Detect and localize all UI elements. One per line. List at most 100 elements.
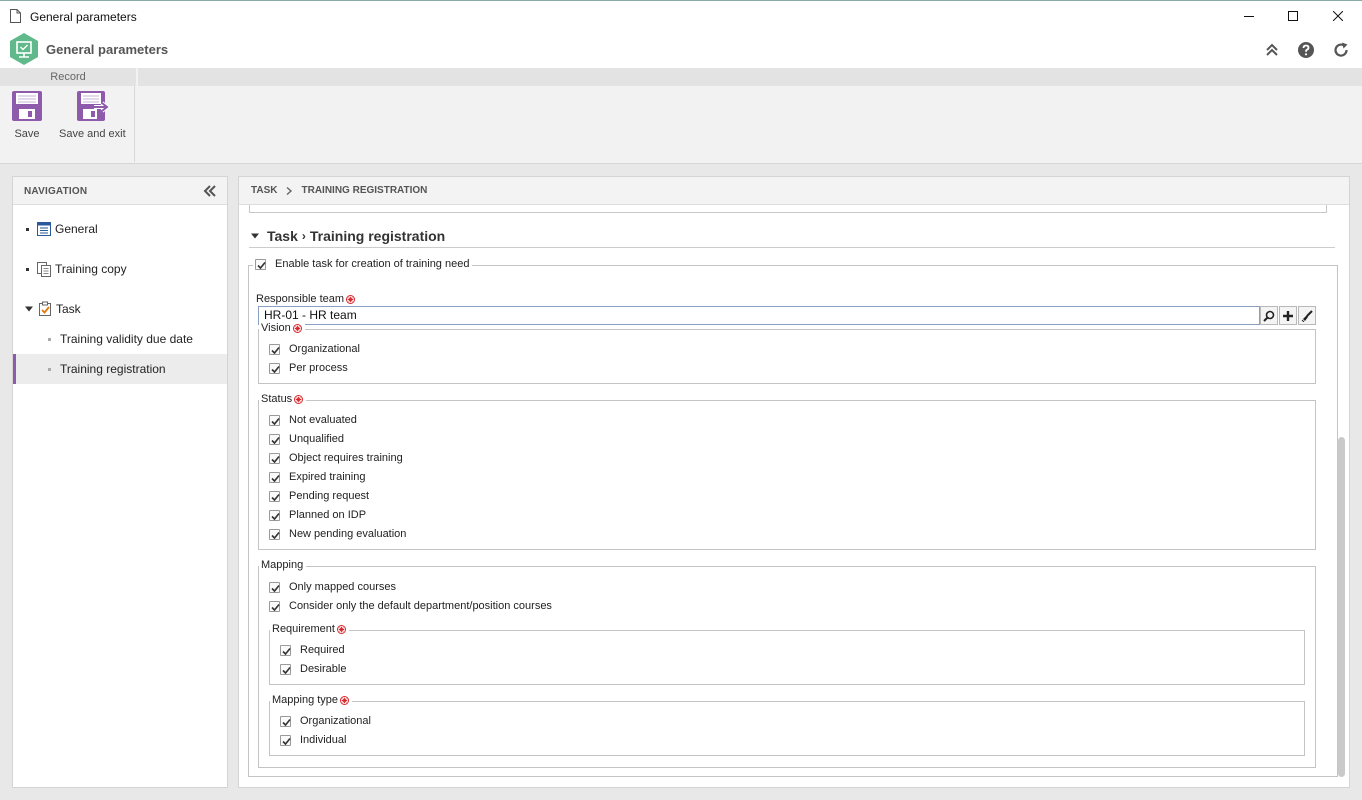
vision-per-process-checkbox[interactable]: Per process <box>269 362 348 374</box>
checkbox[interactable] <box>280 663 291 675</box>
section-title-separator: › <box>301 228 306 243</box>
responsible-team-label-text: Responsible team <box>256 293 345 305</box>
ribbon-group-label: Record <box>0 68 136 86</box>
search-icon <box>1263 310 1275 322</box>
mapping-label: Mapping <box>261 559 304 571</box>
add-team-button[interactable] <box>1279 306 1297 325</box>
collapse-up-icon[interactable] <box>1263 41 1281 59</box>
save-and-exit-icon <box>77 91 111 121</box>
requirement-label: Requirement <box>272 623 335 635</box>
minimize-icon <box>1244 16 1254 17</box>
checkmark-icon <box>282 737 291 745</box>
checkbox-label: Consider only the default department/pos… <box>289 600 552 612</box>
status-pending-request-checkbox[interactable]: Pending request <box>269 490 369 502</box>
checkbox[interactable] <box>255 258 266 270</box>
window-title: General parameters <box>30 10 137 24</box>
plus-icon <box>1283 310 1293 321</box>
enable-task-checkbox[interactable]: Enable task for creation of training nee… <box>253 258 473 270</box>
nav-item-label: Training copy <box>55 262 127 276</box>
checkbox[interactable] <box>269 528 280 540</box>
vertical-scrollbar[interactable] <box>1338 437 1345 777</box>
save-label: Save <box>14 128 40 140</box>
requirement-required-checkbox[interactable]: Required <box>280 644 345 656</box>
checkbox[interactable] <box>280 644 291 656</box>
nav-item-general[interactable]: General <box>13 214 227 244</box>
status-not-evaluated-checkbox[interactable]: Not evaluated <box>269 414 357 426</box>
vision-fieldset <box>258 329 1316 384</box>
clear-team-button[interactable] <box>1298 306 1316 325</box>
save-button[interactable]: Save <box>11 90 43 140</box>
save-and-exit-button[interactable]: Save and exit <box>59 90 126 140</box>
nav-item-training-registration[interactable]: Training registration <box>13 354 227 384</box>
checkmark-icon <box>271 417 280 425</box>
ribbon-group-separator <box>134 86 135 162</box>
breadcrumb-task[interactable]: TASK <box>251 185 277 196</box>
section-header[interactable]: Task › Training registration <box>249 224 1335 248</box>
checkbox-label: Desirable <box>300 663 347 675</box>
ribbon-toolbar: Record Save Save and exit <box>0 68 1362 164</box>
checkmark-icon <box>271 436 280 444</box>
checkbox[interactable] <box>280 715 291 727</box>
close-button[interactable] <box>1315 1 1361 31</box>
search-team-button[interactable] <box>1260 306 1278 325</box>
refresh-icon[interactable] <box>1332 41 1350 59</box>
checkbox[interactable] <box>269 490 280 502</box>
copy-document-icon <box>37 262 51 277</box>
help-icon[interactable] <box>1297 41 1315 59</box>
checkbox[interactable] <box>269 362 280 374</box>
vision-legend: Vision <box>259 322 305 334</box>
checkbox[interactable] <box>280 734 291 746</box>
status-planned-on-idp-checkbox[interactable]: Planned on IDP <box>269 509 366 521</box>
nav-item-task[interactable]: Task <box>13 294 227 324</box>
checkbox[interactable] <box>269 509 280 521</box>
checkmark-icon <box>271 346 280 354</box>
mapping-type-organizational-checkbox[interactable]: Organizational <box>280 715 371 727</box>
expanded-triangle-icon[interactable] <box>25 305 33 313</box>
mapping-only-mapped-courses-checkbox[interactable]: Only mapped courses <box>269 581 396 593</box>
status-legend: Status <box>259 393 307 405</box>
status-object-requires-training-checkbox[interactable]: Object requires training <box>269 452 403 464</box>
nav-bullet <box>26 267 29 271</box>
previous-section-box <box>249 205 1327 213</box>
checkbox[interactable] <box>269 581 280 593</box>
checkbox[interactable] <box>269 414 280 426</box>
mapping-type-individual-checkbox[interactable]: Individual <box>280 734 346 746</box>
responsible-team-input[interactable]: HR-01 - HR team <box>258 306 1260 325</box>
checkbox-label: Expired training <box>289 471 366 483</box>
mapping-default-department-courses-checkbox[interactable]: Consider only the default department/pos… <box>269 600 552 612</box>
maximize-button[interactable] <box>1270 1 1316 31</box>
status-fieldset <box>258 400 1316 550</box>
list-document-icon <box>37 222 51 236</box>
checkbox-label: Per process <box>289 362 348 374</box>
checkbox[interactable] <box>269 452 280 464</box>
status-expired-training-checkbox[interactable]: Expired training <box>269 471 365 483</box>
mapping-type-label: Mapping type <box>272 694 339 706</box>
checkbox[interactable] <box>269 471 280 483</box>
requirement-desirable-checkbox[interactable]: Desirable <box>280 663 346 675</box>
checkmark-icon <box>282 666 291 674</box>
collapse-left-icon[interactable] <box>203 184 217 198</box>
status-new-pending-evaluation-checkbox[interactable]: New pending evaluation <box>269 528 406 540</box>
chevron-right-icon <box>287 186 293 195</box>
main-panel: TASK TRAINING REGISTRATION Task › Traini… <box>238 176 1350 788</box>
checkbox-label: Required <box>300 644 345 656</box>
app-header: General parameters <box>0 32 1362 68</box>
checkbox-label: Individual <box>300 734 347 746</box>
expanded-triangle-icon <box>251 233 259 238</box>
app-title: General parameters <box>46 42 169 57</box>
nav-item-training-copy[interactable]: Training copy <box>13 254 227 284</box>
checkbox-label: Not evaluated <box>289 414 357 426</box>
checkbox[interactable] <box>269 600 280 612</box>
document-icon <box>10 9 21 23</box>
breadcrumb-training-registration: TRAINING REGISTRATION <box>301 185 428 196</box>
responsible-team-label: Responsible team <box>256 293 356 305</box>
breadcrumb: TASK TRAINING REGISTRATION <box>239 177 1349 205</box>
minimize-button[interactable] <box>1226 1 1272 31</box>
nav-item-training-validity-due-date[interactable]: Training validity due date <box>13 324 227 354</box>
status-unqualified-checkbox[interactable]: Unqualified <box>269 433 344 445</box>
checkbox[interactable] <box>269 433 280 445</box>
section-title-part1: Task <box>267 227 298 244</box>
nav-item-label: Training validity due date <box>60 332 193 346</box>
vision-organizational-checkbox[interactable]: Organizational <box>269 343 360 355</box>
checkbox[interactable] <box>269 343 280 355</box>
